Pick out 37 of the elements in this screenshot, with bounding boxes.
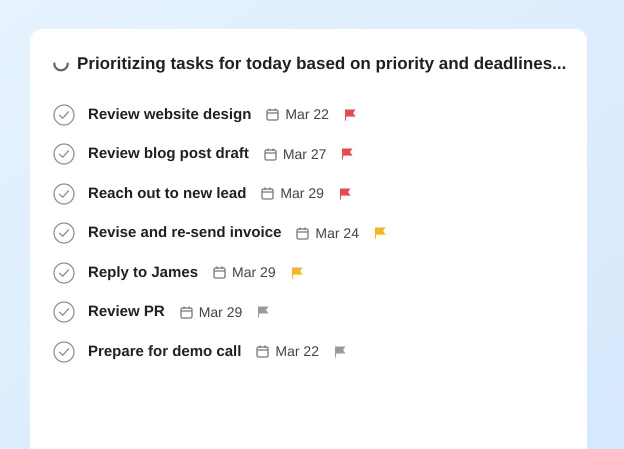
checkbox-icon[interactable]	[53, 143, 75, 166]
flag-icon[interactable]	[338, 188, 351, 200]
task-title: Reply to James	[88, 262, 198, 282]
calendar-icon	[266, 108, 280, 122]
flag-icon[interactable]	[341, 148, 354, 160]
calendar-icon	[180, 306, 193, 319]
task-title: Prepare for demo call	[88, 342, 242, 362]
task-title: Review website design	[88, 104, 252, 124]
due-date: Mar 24	[315, 224, 359, 243]
checkbox-icon[interactable]	[53, 340, 75, 363]
due-date: Mar 22	[285, 105, 329, 124]
calendar-icon	[256, 345, 270, 358]
calendar-icon	[213, 266, 226, 280]
flag-icon[interactable]	[290, 266, 303, 279]
task-title: Reach out to new lead	[88, 184, 246, 204]
loading-spinner-icon	[53, 62, 69, 72]
due-date: Mar 29	[232, 263, 276, 282]
task-title: Revise and re-send invoice	[88, 223, 282, 243]
checkbox-icon[interactable]	[53, 104, 75, 126]
checkbox-icon[interactable]	[53, 262, 75, 284]
due-date: Mar 27	[282, 144, 326, 164]
flag-icon[interactable]	[344, 108, 356, 121]
calendar-icon	[261, 187, 274, 200]
checkbox-icon[interactable]	[53, 182, 75, 205]
calendar-icon	[296, 226, 310, 240]
calendar-icon	[264, 148, 277, 161]
flag-icon[interactable]	[374, 227, 386, 240]
flag-icon[interactable]	[334, 346, 346, 358]
due-date: Mar 29	[198, 302, 242, 322]
status-message: Prioritizing tasks for today based on priority and deadlines...	[77, 53, 566, 76]
checkbox-icon[interactable]	[53, 222, 75, 244]
flag-icon[interactable]	[257, 306, 270, 318]
task-title: Review PR	[88, 302, 165, 322]
checkbox-icon[interactable]	[53, 301, 75, 324]
due-date: Mar 22	[275, 342, 319, 362]
task-title: Review blog post draft	[88, 144, 249, 164]
due-date: Mar 29	[280, 184, 324, 204]
